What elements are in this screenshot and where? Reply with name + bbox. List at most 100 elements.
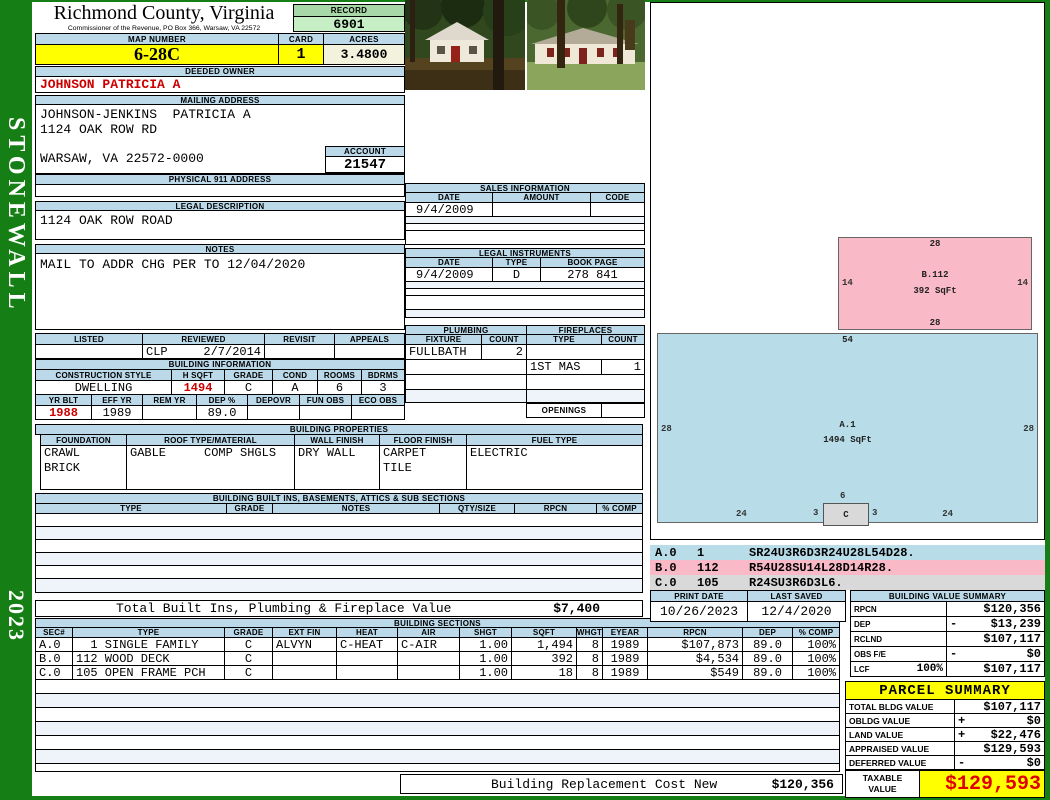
taxable-value-label: TAXABLE VALUE (845, 770, 920, 798)
property-photo-1[interactable] (403, 0, 531, 90)
effyr-header: EFF YR (92, 395, 143, 406)
parcel-summary-row: OBLDG VALUE + $0 (845, 714, 1045, 728)
foundation-header: FOUNDATION (40, 435, 127, 446)
shgt-header: SHGT (460, 628, 512, 638)
legal-instruments-empty-row (405, 289, 645, 296)
sketch-section-b: 28 14 14 28 B.112 392 SqFt (838, 237, 1032, 330)
yrblt-header: YR BLT (35, 395, 92, 406)
plumbing-row-1: FULLBATH 2 (405, 345, 527, 360)
sketch-b-dim-bottom: 28 (929, 318, 941, 328)
plumbing-count-header: COUNT (482, 335, 527, 345)
openings-label: OPENINGS (526, 403, 602, 418)
built-ins-empty-row (35, 579, 643, 593)
revisit-header: REVISIT (265, 333, 335, 345)
print-date-value: 10/26/2023 (650, 602, 748, 622)
plumbing-row-2 (405, 360, 527, 375)
built-ins-rpcn-header: RPCN (515, 504, 597, 514)
building-info-value-row-1: DWELLING 1494 C A 6 3 (35, 381, 405, 395)
legal-instruments-header-row: DATE TYPE BOOK PAGE (405, 258, 645, 268)
rpcn-header: RPCN (648, 628, 743, 638)
built-ins-notes-header: NOTES (273, 504, 440, 514)
sec-header: SEC# (35, 628, 73, 638)
sales-date-header: DATE (405, 193, 493, 203)
legal-instruments-data-row: 9/4/2009 D 278 841 (405, 268, 645, 282)
print-date-header: PRINT DATE (650, 590, 748, 602)
whgt-header: WHGT (577, 628, 603, 638)
physical-911-value (35, 184, 405, 197)
sales-empty-row (405, 231, 645, 245)
air-header: AIR (398, 628, 460, 638)
sketch-code-a: A.0 1 SR24U3R6D3R24U28L54D28. (650, 545, 1045, 560)
built-ins-empty-row (35, 566, 643, 579)
replacement-cost-row: Building Replacement Cost New $120,356 (400, 774, 843, 794)
sales-code-header: CODE (591, 193, 645, 203)
total-built-ins-label: Total Built Ins, Plumbing & Fireplace Va… (116, 601, 452, 616)
building-properties-title: BUILDING PROPERTIES (35, 424, 643, 435)
fireplaces-row-2: 1ST MAS 1 (526, 360, 645, 375)
building-info-title: BUILDING INFORMATION (35, 359, 405, 370)
last-saved-value: 12/4/2020 (748, 602, 846, 622)
sketch-a-dim-bottom-right: 24 (942, 509, 953, 519)
map-number-value: 6-28C (35, 44, 279, 65)
card-value: 1 (278, 44, 324, 65)
sales-amount-header: AMOUNT (493, 193, 591, 203)
parcel-summary-row: APPRAISED VALUE $129,593 (845, 742, 1045, 756)
fuel-type-header: FUEL TYPE (467, 435, 643, 446)
sales-empty-row (405, 224, 645, 231)
building-section-row: B.0 112 WOOD DECK C 1.00 392 8 1989 $4,5… (35, 652, 840, 666)
remyr-value (143, 406, 197, 420)
legal-description-value: 1124 OAK ROW ROAD (35, 210, 405, 240)
deeded-owner-value: JOHNSON PATRICIA A (35, 76, 405, 93)
parcel-summary-title: PARCEL SUMMARY (845, 681, 1045, 700)
sidebar-district-label: STONEWALL (3, 116, 29, 314)
total-built-ins-row: Total Built Ins, Plumbing & Fireplace Va… (35, 600, 643, 617)
fireplaces-header-row: TYPE COUNT (526, 335, 645, 345)
sketch-a-dim-bottom-left: 24 (736, 509, 747, 519)
roof-header: ROOF TYPE/MATERIAL (127, 435, 295, 446)
sketch-a-name: A.1 (839, 420, 856, 430)
built-ins-empty-row (35, 527, 643, 540)
sketch-section-a: 54 28 28 A.1 1494 SqFt 24 24 (657, 333, 1038, 523)
acres-value: 3.4800 (323, 44, 405, 65)
dates-value-row: 10/26/2023 12/4/2020 (650, 602, 846, 622)
mailing-line2: 1124 OAK ROW RD (40, 122, 158, 137)
construction-style-header: CONSTRUCTION STYLE (35, 370, 172, 381)
grade-header: GRADE (225, 370, 273, 381)
ecoobs-header: ECO OBS (352, 395, 405, 406)
legal-instruments-empty-row (405, 296, 645, 310)
building-sections-empty-row (35, 764, 840, 772)
grade-value: C (225, 381, 273, 395)
value-summary-row: OBS F/E - $0 (850, 647, 1045, 662)
plumbing-header-row: FIXTURE COUNT (405, 335, 527, 345)
parcel-summary-row: DEFERRED VALUE - $0 (845, 756, 1045, 770)
property-photo-2[interactable] (524, 0, 647, 90)
sketch-b-name: B.112 (921, 270, 949, 280)
plumbing-empty-row (405, 375, 527, 390)
parcel-summary-row: LAND VALUE + $22,476 (845, 728, 1045, 742)
fixture-header: FIXTURE (405, 335, 482, 345)
sketch-b-dim-top: 28 (929, 239, 941, 249)
li-type-header: TYPE (493, 258, 541, 268)
replacement-cost-label: Building Replacement Cost New (491, 776, 718, 792)
county-title: Richmond County, Virginia (53, 2, 275, 24)
parcel-summary-row: TOTAL BLDG VALUE $107,117 (845, 700, 1045, 714)
building-section-row: C.0 105 OPEN FRAME PCH C 1.00 18 8 1989 … (35, 666, 840, 680)
built-ins-qty-header: QTY/SIZE (440, 504, 515, 514)
built-ins-empty-row (35, 514, 643, 527)
building-info-header-row-2: YR BLT EFF YR REM YR DEP % DEPOVR FUN OB… (35, 395, 405, 406)
hsqft-value: 1494 (172, 381, 225, 395)
yrblt-value: 1988 (35, 406, 92, 420)
fuel-type-value: ELECTRIC (467, 446, 643, 490)
foundation-value: CRAWL BRICK (40, 446, 127, 490)
depovr-value (248, 406, 300, 420)
dates-header-row: PRINT DATE LAST SAVED (650, 590, 846, 602)
replacement-cost-value: $120,356 (771, 776, 834, 792)
sales-data-row: 9/4/2009 (405, 203, 645, 217)
building-value-summary-title: BUILDING VALUE SUMMARY (850, 590, 1045, 602)
record-value: 6901 (293, 16, 405, 32)
built-ins-title: BUILDING BUILT INS, BASEMENTS, ATTICS & … (35, 493, 643, 504)
roof-value: GABLE COMP SHGLS (127, 446, 295, 490)
built-ins-type-header: TYPE (35, 504, 227, 514)
sketch-c-dim-left: 3 (813, 508, 819, 518)
built-ins-grade-header: GRADE (227, 504, 273, 514)
